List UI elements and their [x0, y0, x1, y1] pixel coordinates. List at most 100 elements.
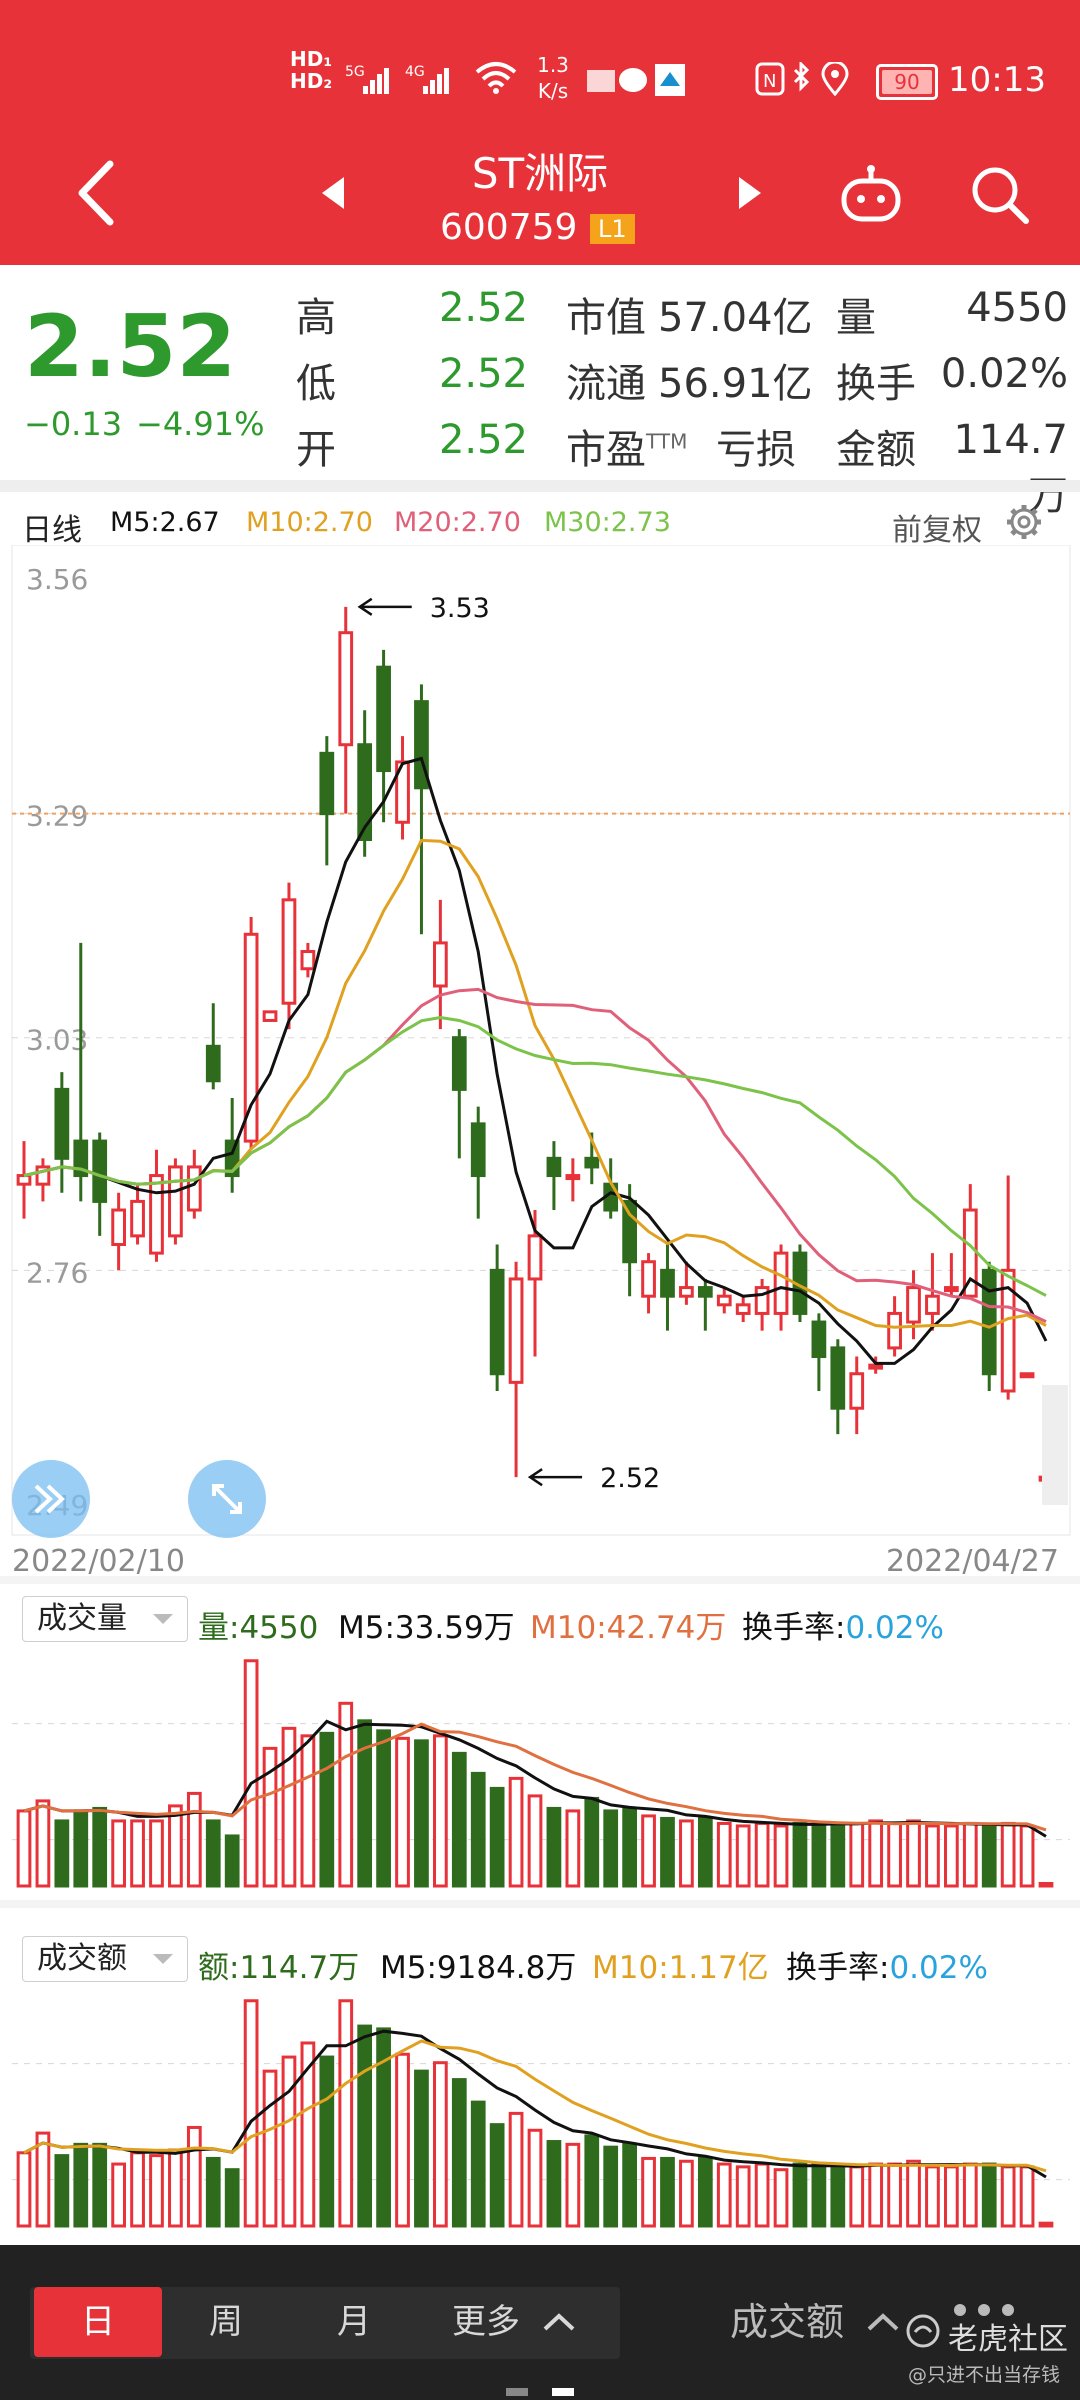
settings-gear-icon[interactable]	[1004, 502, 1044, 542]
candle-down	[981, 1268, 997, 1376]
y-tick-label: 3.29	[26, 800, 88, 833]
candlestick-chart[interactable]: 3.563.293.032.762.493.532.52	[0, 545, 1080, 1540]
bar-up	[338, 1999, 354, 2228]
signal-icon: 5G 4G	[345, 64, 449, 94]
candle-down	[830, 1346, 846, 1410]
amount-label: 金额	[836, 427, 916, 473]
price-change: −0.13	[24, 405, 123, 443]
svg-text:N: N	[763, 71, 776, 92]
x-start-date: 2022/02/10	[12, 1544, 185, 1579]
svg-text:4G: 4G	[405, 64, 425, 80]
bar-up	[925, 1824, 940, 1888]
candle-up	[130, 1199, 145, 1238]
scroll-indicator	[1042, 1385, 1068, 1505]
candle-up	[243, 932, 259, 1143]
bar-up	[716, 1821, 732, 1888]
app-notification-icons	[587, 64, 685, 96]
bar-down	[811, 1821, 827, 1888]
bar-up	[130, 1819, 145, 1888]
bar-up	[508, 1776, 524, 1888]
candle-down	[489, 1268, 505, 1376]
mktcap-label: 市值	[566, 295, 646, 341]
clock: 10:13	[948, 60, 1046, 100]
amount-value: 额:114.7万	[198, 1950, 360, 1986]
low-label: 低	[296, 361, 336, 407]
double-chevron-icon	[34, 1484, 65, 1514]
search-icon[interactable]	[970, 165, 1030, 225]
bar-up	[16, 2151, 32, 2228]
next-stock-icon[interactable]	[735, 173, 765, 213]
bar-down	[603, 1809, 619, 1888]
x-end-date: 2022/04/27	[886, 1544, 1059, 1579]
bar-down	[622, 2142, 637, 2228]
candle-down	[376, 665, 391, 773]
tab-more[interactable]: 更多	[452, 2287, 602, 2357]
bar-up	[111, 1819, 126, 1888]
amount-ma10: M10:1.17亿	[592, 1950, 769, 1986]
watermark-title: 老虎社区	[948, 2322, 1068, 2357]
bar-up	[849, 1821, 865, 1888]
amount-indicator-select[interactable]: 成交额	[22, 1936, 188, 1982]
bar-up	[395, 1736, 410, 1888]
bar-down	[981, 2162, 997, 2228]
candle-up	[168, 1165, 183, 1238]
bar-up	[887, 1821, 902, 1888]
bar-up	[773, 1824, 789, 1888]
candle-up	[868, 1363, 884, 1370]
robot-assistant-icon[interactable]	[838, 165, 904, 225]
bar-up	[243, 1659, 259, 1888]
candle-down	[622, 1199, 637, 1264]
candle-up	[887, 1311, 902, 1350]
indicator-switch[interactable]: 成交额	[730, 2287, 900, 2357]
bar-up	[887, 2162, 902, 2228]
price-change-pct: −4.91%	[136, 405, 265, 443]
candle-up	[433, 941, 448, 988]
bar-up	[433, 2061, 448, 2228]
bar-up	[111, 2162, 126, 2228]
amount-chart[interactable]	[0, 1986, 1080, 2230]
bar-down	[451, 1751, 467, 1888]
volume-indicator-select[interactable]: 成交量	[22, 1596, 188, 1642]
volume-value: 4550	[966, 285, 1068, 331]
last-price: 2.52	[24, 297, 237, 397]
bar-up	[944, 1824, 959, 1888]
tab-week[interactable]: 周	[176, 2287, 276, 2357]
bar-up	[395, 2052, 410, 2228]
expand-panel-button[interactable]	[12, 1460, 90, 1538]
candle-up	[262, 1010, 278, 1022]
volume-chart[interactable]	[0, 1646, 1080, 1890]
candle-down	[660, 1268, 675, 1298]
period-label[interactable]: 日线	[22, 505, 82, 549]
tab-month[interactable]: 月	[304, 2287, 404, 2357]
annotation-arrow	[527, 1468, 583, 1487]
bar-up	[925, 2165, 940, 2228]
candle-up	[300, 950, 316, 971]
bar-down	[697, 1816, 713, 1888]
bar-down	[414, 1739, 429, 1888]
ma10-legend: M10:2.70	[246, 507, 373, 538]
adjust-mode[interactable]: 前复权	[892, 505, 982, 549]
bar-up	[186, 1791, 202, 1888]
bar-down	[224, 1834, 240, 1888]
candle-down	[54, 1087, 70, 1160]
bar-up	[281, 1726, 297, 1888]
chart-frame	[11, 545, 1071, 1536]
dropdown-caret-icon	[153, 1614, 173, 1624]
ma30-legend: M30:2.73	[544, 507, 671, 538]
bar-down	[546, 1806, 562, 1888]
bar-down	[489, 1786, 505, 1888]
fullscreen-button[interactable]	[188, 1460, 266, 1538]
candle-up	[944, 1286, 959, 1293]
wifi-icon	[475, 62, 517, 94]
bar-down	[622, 1806, 637, 1888]
candle-up	[565, 1174, 581, 1181]
annotation-label: 3.53	[430, 593, 490, 624]
bar-down	[603, 2145, 619, 2228]
ma5-legend: M5:2.67	[110, 507, 220, 538]
bar-up	[565, 2142, 581, 2228]
tab-day[interactable]: 日	[34, 2287, 162, 2357]
candle-down	[470, 1122, 486, 1178]
candle-up	[149, 1174, 164, 1255]
y-tick-label: 3.56	[26, 563, 88, 596]
pe-value: 亏损	[716, 427, 796, 473]
